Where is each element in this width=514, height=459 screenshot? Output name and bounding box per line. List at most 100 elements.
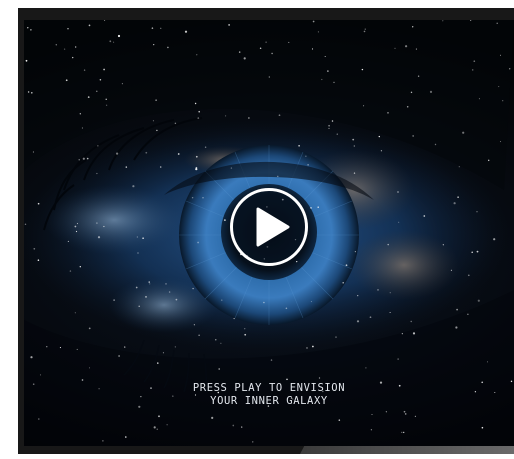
star bbox=[307, 164, 309, 166]
star bbox=[136, 236, 138, 238]
star bbox=[403, 410, 406, 413]
star bbox=[33, 247, 36, 250]
star bbox=[103, 68, 105, 71]
star bbox=[415, 48, 417, 50]
star bbox=[65, 79, 68, 82]
star bbox=[298, 145, 300, 147]
play-button[interactable] bbox=[230, 188, 308, 266]
star bbox=[86, 157, 89, 160]
star bbox=[87, 96, 90, 98]
star bbox=[151, 27, 154, 29]
star bbox=[137, 252, 139, 254]
star bbox=[76, 223, 78, 225]
star bbox=[83, 69, 86, 71]
star bbox=[271, 52, 273, 55]
star bbox=[478, 98, 480, 100]
star bbox=[159, 166, 162, 168]
star bbox=[97, 145, 99, 147]
star bbox=[191, 196, 194, 199]
star bbox=[277, 175, 279, 177]
star bbox=[99, 78, 102, 81]
star bbox=[204, 146, 207, 149]
star bbox=[496, 22, 498, 25]
star bbox=[81, 379, 84, 381]
star bbox=[252, 441, 254, 443]
star bbox=[74, 225, 77, 228]
star bbox=[244, 328, 246, 330]
star bbox=[357, 294, 359, 297]
star bbox=[453, 202, 456, 205]
star bbox=[499, 54, 502, 56]
star bbox=[193, 324, 195, 326]
star bbox=[442, 20, 444, 22]
star bbox=[456, 308, 458, 311]
star bbox=[412, 135, 414, 137]
star bbox=[69, 270, 72, 272]
video-player[interactable]: PRESS PLAY TO ENVISION YOUR INNER GALAXY bbox=[24, 20, 514, 446]
star bbox=[462, 131, 465, 134]
star bbox=[457, 196, 459, 198]
star bbox=[324, 55, 326, 58]
star bbox=[167, 46, 169, 49]
star bbox=[175, 298, 178, 301]
star bbox=[232, 424, 235, 427]
star bbox=[429, 90, 433, 93]
star bbox=[79, 113, 81, 115]
star bbox=[397, 191, 399, 193]
star bbox=[195, 155, 198, 158]
star bbox=[124, 346, 126, 348]
star bbox=[369, 316, 372, 319]
star bbox=[168, 291, 171, 293]
star bbox=[387, 112, 389, 114]
star bbox=[38, 418, 40, 420]
star bbox=[296, 260, 298, 263]
star bbox=[331, 120, 334, 122]
star bbox=[455, 326, 458, 329]
star bbox=[194, 102, 197, 105]
star bbox=[198, 110, 200, 113]
star bbox=[97, 236, 101, 239]
star bbox=[380, 150, 383, 152]
star bbox=[55, 44, 57, 46]
caption-line-2: YOUR INNER GALAXY bbox=[210, 395, 328, 407]
star bbox=[160, 27, 162, 29]
star bbox=[63, 48, 66, 50]
star bbox=[113, 299, 115, 301]
star bbox=[103, 225, 105, 228]
star bbox=[487, 159, 490, 162]
star bbox=[354, 251, 356, 253]
star bbox=[241, 426, 243, 428]
star bbox=[27, 27, 29, 29]
star bbox=[317, 31, 319, 33]
star bbox=[135, 286, 138, 289]
star bbox=[59, 347, 61, 349]
star bbox=[30, 356, 33, 359]
star bbox=[387, 243, 389, 246]
star bbox=[352, 138, 355, 141]
star bbox=[46, 346, 48, 348]
star bbox=[31, 92, 33, 94]
star bbox=[458, 166, 460, 168]
window-bottom-edge bbox=[300, 446, 514, 454]
star bbox=[318, 377, 321, 379]
star bbox=[76, 348, 78, 350]
star bbox=[471, 69, 474, 71]
star bbox=[401, 431, 403, 433]
star bbox=[477, 299, 480, 302]
star bbox=[356, 320, 360, 323]
star bbox=[389, 292, 391, 294]
star bbox=[72, 56, 74, 59]
star bbox=[145, 151, 148, 154]
play-icon bbox=[256, 207, 290, 247]
star bbox=[342, 281, 344, 284]
star bbox=[177, 153, 180, 155]
star bbox=[132, 185, 135, 188]
star bbox=[125, 436, 127, 438]
star bbox=[74, 312, 76, 314]
star bbox=[417, 75, 420, 77]
star bbox=[121, 83, 123, 85]
star bbox=[184, 30, 188, 33]
star bbox=[423, 215, 426, 217]
star bbox=[328, 127, 330, 129]
star bbox=[244, 333, 247, 336]
